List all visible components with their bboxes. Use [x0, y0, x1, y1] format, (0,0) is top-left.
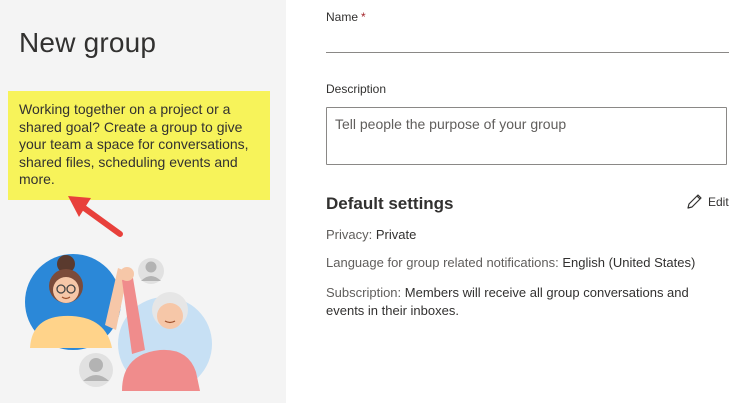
description-label: Description	[326, 82, 387, 96]
language-setting: Language for group related notifications…	[326, 254, 730, 272]
subscription-setting: Subscription: Members will receive all g…	[326, 284, 730, 320]
default-settings-heading: Default settings	[326, 194, 454, 213]
red-arrow-icon	[68, 196, 123, 237]
privacy-value: Private	[375, 227, 417, 242]
edit-label: Edit	[708, 194, 729, 209]
pencil-icon	[687, 194, 702, 209]
privacy-setting: Privacy: Private	[326, 226, 730, 244]
required-mark: *	[361, 10, 366, 24]
name-label: Name *	[326, 10, 366, 24]
language-label: Language for group related notifications…	[326, 255, 559, 270]
edit-button[interactable]: Edit	[686, 193, 729, 210]
privacy-label: Privacy:	[326, 227, 373, 242]
left-panel: New group Working together on a project …	[0, 0, 286, 403]
name-label-text: Name	[326, 10, 359, 24]
intro-text: Working together on a project or a share…	[19, 101, 249, 187]
language-value: English (United States)	[562, 255, 696, 270]
page-title: New group	[19, 27, 157, 58]
description-input[interactable]	[326, 107, 727, 165]
name-input[interactable]	[326, 26, 729, 53]
subscription-label: Subscription:	[326, 285, 402, 300]
people-illustration-icon	[25, 254, 212, 391]
